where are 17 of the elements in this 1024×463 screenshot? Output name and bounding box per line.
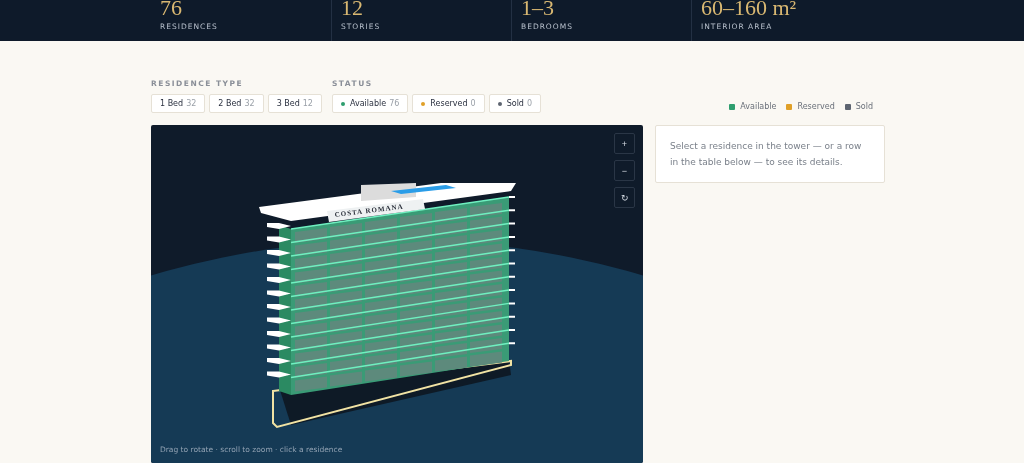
status-filter-chip[interactable]: Reserved 0 [412,94,485,113]
stat-value: 60–160 m² [701,0,798,22]
stat-value: 76 [160,0,183,22]
viewer-control-button[interactable]: − [614,160,635,181]
detail-message: Select a residence in the tower — or a row in the table below — to see its details. [670,140,863,169]
status-filter-chip[interactable]: Available 76 [331,94,409,113]
type-filter-chip[interactable]: 2 Bed 32 [209,94,264,113]
status-filter-chip[interactable]: Sold 0 [488,94,542,113]
stat-value: 1–3 [521,0,555,22]
stat-value: 12 [341,0,364,22]
type-filter-chip[interactable]: 1 Bed 32 [151,94,206,113]
viewer-control-button[interactable]: + [614,133,635,154]
viewer-control-button[interactable]: ↻ [614,187,635,208]
legend-label: Reserved [797,102,835,111]
type-filter-chip[interactable]: 3 Bed 12 [267,94,322,113]
legend-label: Sold [855,102,873,111]
legend-label: Available [740,102,777,111]
